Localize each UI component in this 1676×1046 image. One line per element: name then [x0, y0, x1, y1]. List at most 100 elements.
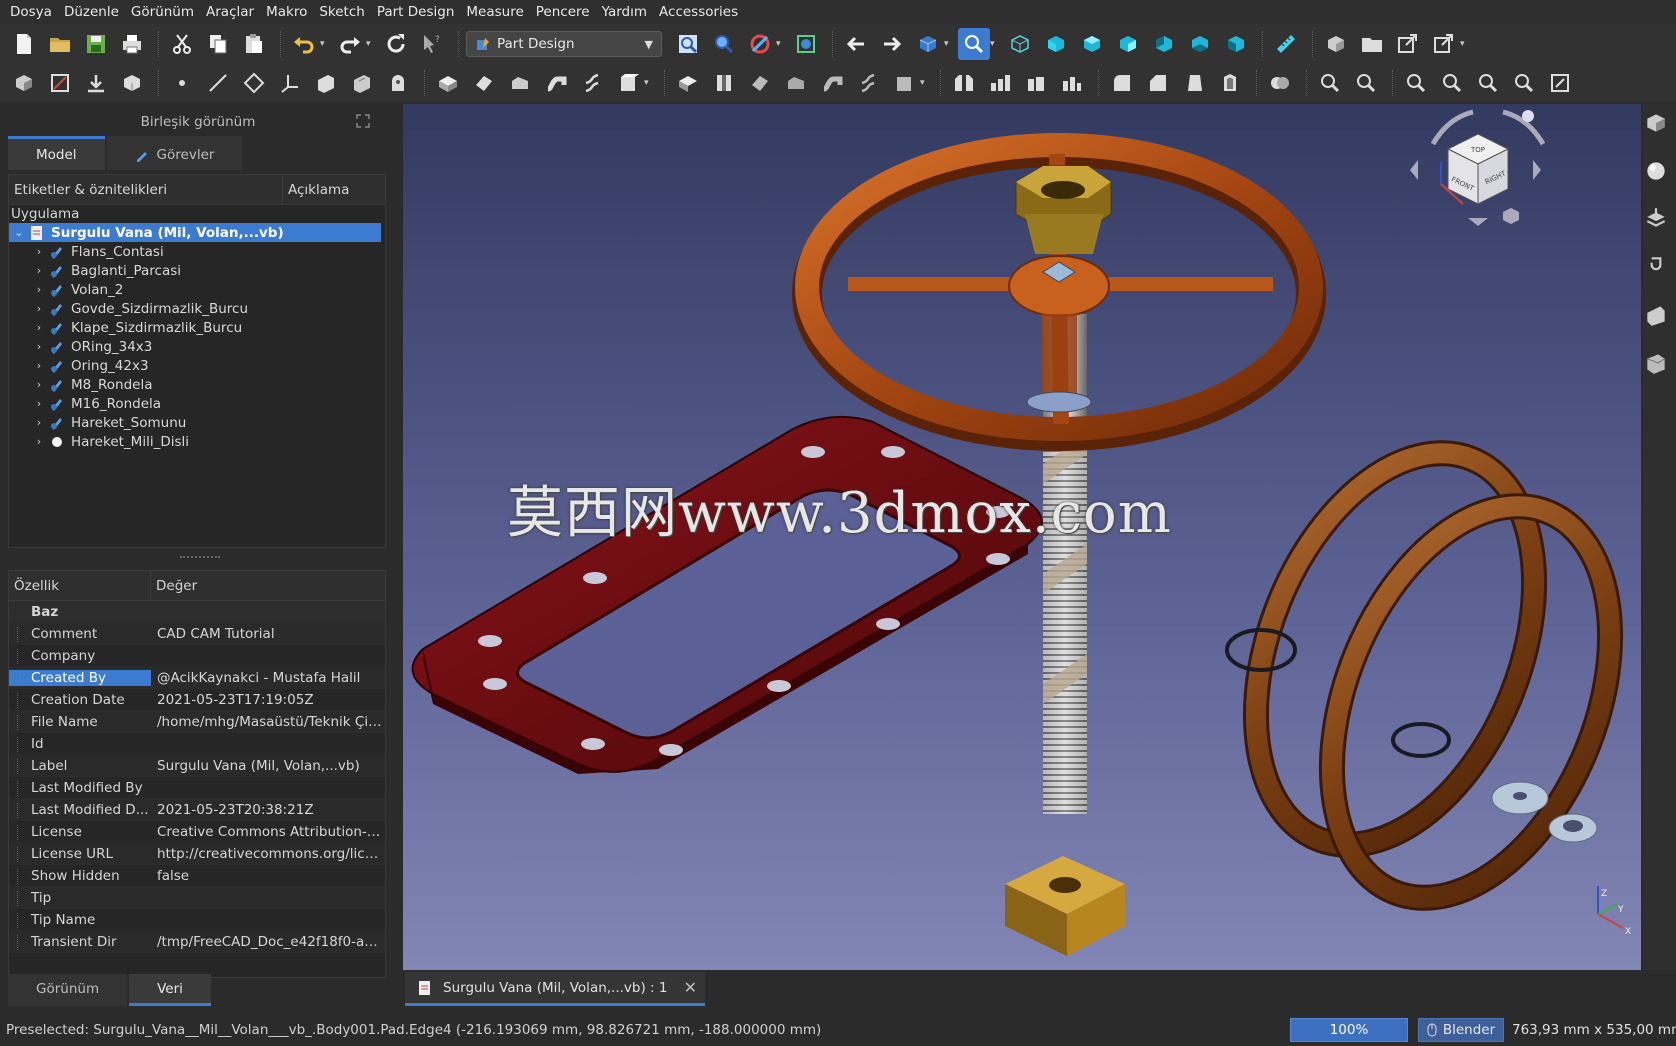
chevron-right-icon[interactable]: › — [29, 435, 49, 448]
property-row[interactable]: Tip Name — [9, 909, 385, 931]
property-row[interactable]: Label Surgulu Vana (Mil, Volan,...vb) — [9, 755, 385, 777]
tree-item[interactable]: › ORing_34x3 — [9, 337, 385, 356]
save-icon[interactable] — [80, 28, 112, 60]
back-arrow-icon[interactable] — [840, 28, 872, 60]
close-icon[interactable]: ✕ — [684, 978, 697, 997]
helix-icon[interactable] — [576, 67, 608, 99]
nav-arrow-right-icon[interactable] — [1533, 160, 1541, 180]
view-right-icon[interactable] — [1112, 28, 1144, 60]
datum-point-icon[interactable] — [166, 67, 198, 99]
panel-splitter[interactable] — [180, 556, 220, 560]
property-value[interactable]: /tmp/FreeCAD_Doc_e42f18f0-a3... — [151, 934, 385, 950]
loft-icon[interactable] — [504, 67, 536, 99]
property-row[interactable]: License URL http://creativecommons.org/li… — [9, 843, 385, 865]
hole-icon[interactable] — [708, 67, 740, 99]
tree-item[interactable]: › Hareket_Mili_Disli — [9, 432, 385, 451]
part-icon[interactable] — [1320, 28, 1352, 60]
whats-this-icon[interactable]: ? — [416, 28, 448, 60]
navigation-cube[interactable]: TOP FRONT RIGHT — [1410, 104, 1546, 226]
menu-pencere[interactable]: Pencere — [530, 0, 596, 24]
measure-3d-icon[interactable] — [1508, 67, 1540, 99]
chevron-right-icon[interactable]: › — [29, 359, 49, 372]
selection-filter-icon[interactable] — [958, 28, 990, 60]
measure-clear-icon[interactable] — [1436, 67, 1468, 99]
property-row[interactable]: Comment CAD CAM Tutorial — [9, 623, 385, 645]
property-value[interactable]: 2021-05-23T17:19:05Z — [151, 692, 385, 708]
datum-line-icon[interactable] — [202, 67, 234, 99]
undo-icon[interactable] — [288, 28, 320, 60]
clone-icon[interactable] — [346, 67, 378, 99]
draft-icon[interactable] — [1178, 67, 1210, 99]
draw-style-dropdown-icon[interactable]: ▾ — [776, 39, 786, 49]
measure-linear-icon[interactable] — [1314, 67, 1346, 99]
chevron-down-icon[interactable]: ⌄ — [9, 226, 29, 239]
tree-item[interactable]: › Flans_Contasi — [9, 242, 385, 261]
revolution-icon[interactable] — [468, 67, 500, 99]
menu-measure[interactable]: Measure — [460, 0, 529, 24]
chevron-right-icon[interactable]: › — [29, 245, 49, 258]
std-views-icon[interactable] — [912, 28, 944, 60]
groove-icon[interactable] — [744, 67, 776, 99]
link-actions-icon[interactable] — [1428, 28, 1460, 60]
property-value[interactable]: @AcikKaynakci - Mustafa Halil — [151, 670, 385, 686]
menu-part-design[interactable]: Part Design — [371, 0, 461, 24]
tree-item[interactable]: › Volan_2 — [9, 280, 385, 299]
linear-pattern-icon[interactable] — [984, 67, 1016, 99]
create-sketch-icon[interactable] — [44, 67, 76, 99]
sphere-icon[interactable] — [1643, 158, 1669, 184]
tree-item[interactable]: › Govde_Sizdirmazlik_Burcu — [9, 299, 385, 318]
tree-item[interactable]: › Klape_Sizdirmazlik_Burcu — [9, 318, 385, 337]
chevron-right-icon[interactable]: › — [29, 378, 49, 391]
navigation-style-button[interactable]: Blender — [1418, 1018, 1504, 1042]
view-rear-icon[interactable] — [1148, 28, 1180, 60]
print-icon[interactable] — [116, 28, 148, 60]
sub-shape-icon[interactable] — [382, 67, 414, 99]
layers-icon[interactable] — [1643, 206, 1669, 232]
tree-item[interactable]: › M8_Rondela — [9, 375, 385, 394]
tab-data[interactable]: Veri — [129, 974, 211, 1006]
top-brass-nut[interactable] — [1015, 165, 1112, 254]
menu-gorunum[interactable]: Görünüm — [125, 0, 200, 24]
copy-icon[interactable] — [202, 28, 234, 60]
tab-model[interactable]: Model — [8, 136, 105, 170]
property-value[interactable]: Surgulu Vana (Mil, Volan,...vb) — [151, 758, 385, 774]
chevron-right-icon[interactable]: › — [29, 416, 49, 429]
property-row[interactable]: Tip — [9, 887, 385, 909]
view-front-icon[interactable] — [1040, 28, 1072, 60]
pad-feature-icon[interactable] — [432, 67, 464, 99]
draw-style-icon[interactable] — [744, 28, 776, 60]
chevron-right-icon[interactable]: › — [29, 302, 49, 315]
mirrored-icon[interactable] — [948, 67, 980, 99]
chevron-right-icon[interactable]: › — [29, 283, 49, 296]
workbench-selector[interactable]: Part Design ▼ — [466, 31, 662, 57]
nav-arrow-down-icon[interactable] — [1468, 218, 1488, 226]
seal-ring-outer[interactable] — [1278, 465, 1641, 939]
3d-box-icon[interactable] — [1643, 110, 1669, 136]
std-views-dropdown-icon[interactable]: ▾ — [944, 39, 954, 49]
measure-refresh-icon[interactable] — [1400, 67, 1432, 99]
additive-primitive-dropdown-icon[interactable]: ▾ — [644, 78, 654, 88]
menu-duzenle[interactable]: Düzenle — [58, 0, 125, 24]
new-document-icon[interactable] — [8, 28, 40, 60]
measure-angular-icon[interactable] — [1350, 67, 1382, 99]
chevron-right-icon[interactable]: › — [29, 397, 49, 410]
tree-item[interactable]: › Baglanti_Parcasi — [9, 261, 385, 280]
fit-all-icon[interactable] — [672, 28, 704, 60]
chamfer-icon[interactable] — [1142, 67, 1174, 99]
nav-menu-icon[interactable] — [1522, 110, 1534, 122]
view-bottom-icon[interactable] — [1184, 28, 1216, 60]
undo-dropdown-icon[interactable]: ▾ — [320, 39, 330, 49]
tree-root-document[interactable]: ⌄ Surgulu Vana (Mil, Volan,...vb) — [9, 223, 381, 242]
property-value[interactable]: 2021-05-23T20:38:21Z — [151, 802, 385, 818]
menu-araclar[interactable]: Araçlar — [200, 0, 260, 24]
property-row[interactable]: Last Modified By — [9, 777, 385, 799]
property-row[interactable]: Last Modified D... 2021-05-23T20:38:21Z — [9, 799, 385, 821]
measure-icon[interactable] — [1270, 28, 1302, 60]
washer-m8[interactable] — [1548, 813, 1598, 843]
tree-item[interactable]: › M16_Rondela — [9, 394, 385, 413]
property-value[interactable]: false — [151, 868, 385, 884]
subtractive-primitive-icon[interactable] — [888, 67, 920, 99]
datum-plane-icon[interactable] — [238, 67, 270, 99]
property-header-name[interactable]: Özellik — [9, 571, 151, 600]
tree-item[interactable]: › Hareket_Somunu — [9, 413, 385, 432]
